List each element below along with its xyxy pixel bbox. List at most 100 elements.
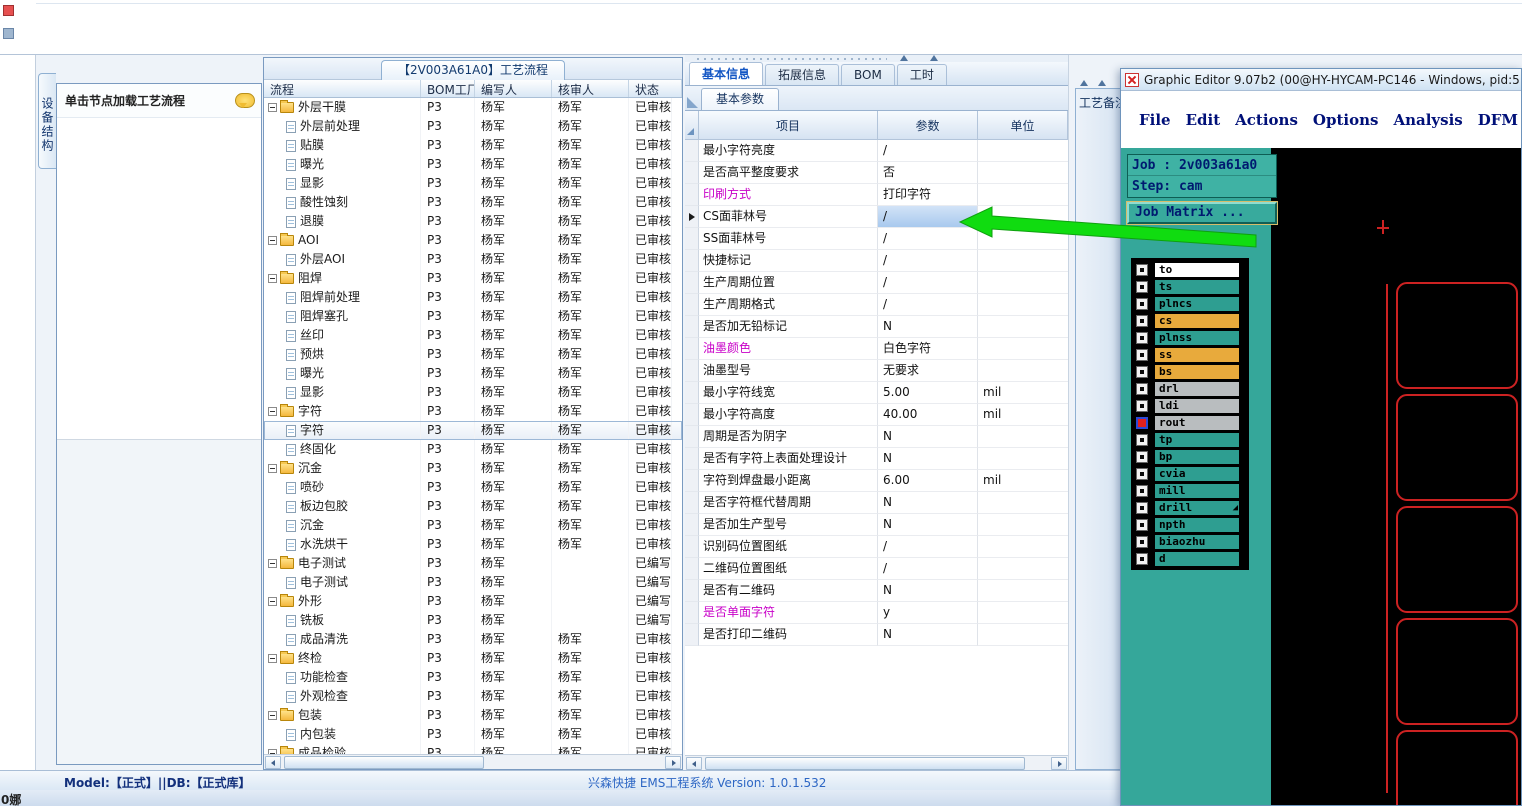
layer-row[interactable]: plnss — [1133, 329, 1247, 346]
param-value-cell[interactable]: N — [878, 624, 978, 646]
tree-row[interactable]: 酸性蚀刻 P3 杨军 杨军 已审核 — [264, 193, 682, 212]
layer-name[interactable]: npth — [1155, 517, 1239, 532]
layer-checkbox[interactable] — [1136, 416, 1148, 429]
layer-row[interactable]: plncs — [1133, 295, 1247, 312]
param-value-cell[interactable]: 白色字符 — [878, 338, 978, 360]
param-value-cell[interactable]: / — [878, 140, 978, 162]
tree-row[interactable]: 阻焊塞孔 P3 杨军 杨军 已审核 — [264, 307, 682, 326]
dock-collapse-icons[interactable] — [900, 55, 938, 61]
layer-row[interactable]: ss — [1133, 346, 1247, 363]
scroll-thumb[interactable] — [284, 756, 484, 769]
layer-checkbox[interactable] — [1136, 399, 1148, 412]
tree-row[interactable]: 外观检查 P3 杨军 杨军 已审核 — [264, 687, 682, 706]
tree-row[interactable]: 终检 P3 杨军 杨军 已审核 — [264, 649, 682, 668]
layer-checkbox[interactable] — [1136, 331, 1148, 344]
layer-row[interactable]: ldi — [1133, 397, 1247, 414]
layer-name[interactable]: plnss — [1155, 330, 1239, 345]
tree-row[interactable]: 沉金 P3 杨军 杨军 已审核 — [264, 459, 682, 478]
layer-checkbox[interactable] — [1136, 382, 1148, 395]
param-row[interactable]: 是否有二维码 N — [685, 580, 1068, 602]
param-row[interactable]: 是否高平整度要求否 — [685, 162, 1068, 184]
scroll-left-button[interactable] — [686, 757, 702, 770]
param-row[interactable]: 周期是否为阴字 N — [685, 426, 1068, 448]
layer-checkbox[interactable] — [1136, 501, 1148, 514]
layer-name[interactable]: rout — [1155, 415, 1239, 430]
layer-checkbox[interactable] — [1136, 535, 1148, 548]
layer-row[interactable]: to — [1133, 261, 1247, 278]
dock-handle[interactable] — [685, 55, 1068, 62]
tree-row[interactable]: 阻焊 P3 杨军 杨军 已审核 — [264, 269, 682, 288]
layer-name[interactable]: cvia — [1155, 466, 1239, 481]
layer-name[interactable]: ldi — [1155, 398, 1239, 413]
tab-basic-params[interactable]: 基本参数 — [701, 88, 780, 110]
param-row[interactable]: CS面菲林号 / — [685, 206, 1068, 228]
tab-BOM[interactable]: BOM — [841, 64, 895, 85]
param-value-cell[interactable]: 无要求 — [878, 360, 978, 382]
param-row[interactable]: 是否加无铅标记 N — [685, 316, 1068, 338]
tree-row[interactable]: 外层前处理 P3 杨军 杨军 已审核 — [264, 117, 682, 136]
layer-row[interactable]: ts — [1133, 278, 1247, 295]
tree-row[interactable]: 显影 P3 杨军 杨军 已审核 — [264, 383, 682, 402]
param-row[interactable]: 字符到焊盘最小距离 6.00 mil — [685, 470, 1068, 492]
param-value-cell[interactable]: / — [878, 536, 978, 558]
layer-row[interactable]: drl — [1133, 380, 1247, 397]
layer-checkbox[interactable] — [1136, 263, 1148, 276]
tab-拓展信息[interactable]: 拓展信息 — [765, 64, 840, 85]
param-row[interactable]: 二维码位置图纸 / — [685, 558, 1068, 580]
layer-row[interactable]: npth — [1133, 516, 1247, 533]
layer-name[interactable]: ts — [1155, 279, 1239, 294]
param-row[interactable]: 最小字符线宽 5.00 mil — [685, 382, 1068, 404]
tree-row[interactable]: 包装 P3 杨军 杨军 已审核 — [264, 706, 682, 725]
tree-row[interactable]: 板边包胶 P3 杨军 杨军 已审核 — [264, 497, 682, 516]
layer-row[interactable]: cs — [1133, 312, 1247, 329]
param-row[interactable]: 是否字符框代替周期 N — [685, 492, 1068, 514]
tree-row[interactable]: 水洗烘干 P3 杨军 杨军 已审核 — [264, 535, 682, 554]
tree-expander-icon[interactable] — [268, 274, 277, 283]
flow-title-tab[interactable]: 【2V003A61A0】工艺流程 — [380, 60, 566, 80]
param-value-cell[interactable]: / — [878, 206, 978, 228]
scroll-right-button[interactable] — [665, 756, 681, 769]
layer-checkbox[interactable] — [1136, 348, 1148, 361]
layer-checkbox[interactable] — [1136, 433, 1148, 446]
layer-checkbox[interactable] — [1136, 450, 1148, 463]
tree-row[interactable]: 曝光 P3 杨军 杨军 已审核 — [264, 364, 682, 383]
layer-row[interactable]: bs — [1133, 363, 1247, 380]
layer-row[interactable]: bp — [1133, 448, 1247, 465]
layer-name[interactable]: bs — [1155, 364, 1239, 379]
tree-row[interactable]: 丝印 P3 杨军 杨军 已审核 — [264, 326, 682, 345]
device-tree-area[interactable] — [57, 118, 261, 440]
param-value-cell[interactable]: 打印字符 — [878, 184, 978, 206]
param-row[interactable]: 生产周期格式 / — [685, 294, 1068, 316]
param-row[interactable]: 生产周期位置 / — [685, 272, 1068, 294]
menu-file[interactable]: File — [1139, 111, 1171, 129]
param-row[interactable]: 印刷方式 打印字符 — [685, 184, 1068, 206]
tree-row[interactable]: 成品清洗 P3 杨军 杨军 已审核 — [264, 630, 682, 649]
tree-expander-icon[interactable] — [268, 236, 277, 245]
param-value-cell[interactable]: / — [878, 294, 978, 316]
tree-row[interactable]: 外层AOI P3 杨军 杨军 已审核 — [264, 250, 682, 269]
param-value-cell[interactable]: 5.00 — [878, 382, 978, 404]
param-row[interactable]: 最小字符亮度 / — [685, 140, 1068, 162]
menu-actions[interactable]: Actions — [1235, 111, 1298, 129]
param-value-cell[interactable]: / — [878, 272, 978, 294]
param-value-cell[interactable]: 6.00 — [878, 470, 978, 492]
tree-row[interactable]: 终固化 P3 杨军 杨军 已审核 — [264, 440, 682, 459]
layer-row[interactable]: rout — [1133, 414, 1247, 431]
layer-name[interactable]: d — [1155, 551, 1239, 566]
layer-checkbox[interactable] — [1136, 280, 1148, 293]
param-row[interactable]: SS面菲林号 / — [685, 228, 1068, 250]
app-icon-red[interactable] — [3, 5, 14, 16]
scroll-thumb[interactable] — [705, 757, 1025, 770]
tab-基本信息[interactable]: 基本信息 — [689, 62, 764, 85]
param-row[interactable]: 油墨型号 无要求 — [685, 360, 1068, 382]
tree-row[interactable]: 贴膜 P3 杨军 杨军 已审核 — [264, 136, 682, 155]
tree-row[interactable]: 字符 P3 杨军 杨军 已审核 — [264, 402, 682, 421]
layer-checkbox[interactable] — [1136, 297, 1148, 310]
layer-checkbox[interactable] — [1136, 467, 1148, 480]
tree-row[interactable]: 沉金 P3 杨军 杨军 已审核 — [264, 516, 682, 535]
params-hscrollbar[interactable] — [685, 755, 1068, 770]
param-row[interactable]: 是否单面字符 y — [685, 602, 1068, 624]
layer-name[interactable]: mill — [1155, 483, 1239, 498]
app-icon-gray[interactable] — [3, 28, 14, 39]
tree-hscrollbar[interactable] — [264, 754, 682, 769]
